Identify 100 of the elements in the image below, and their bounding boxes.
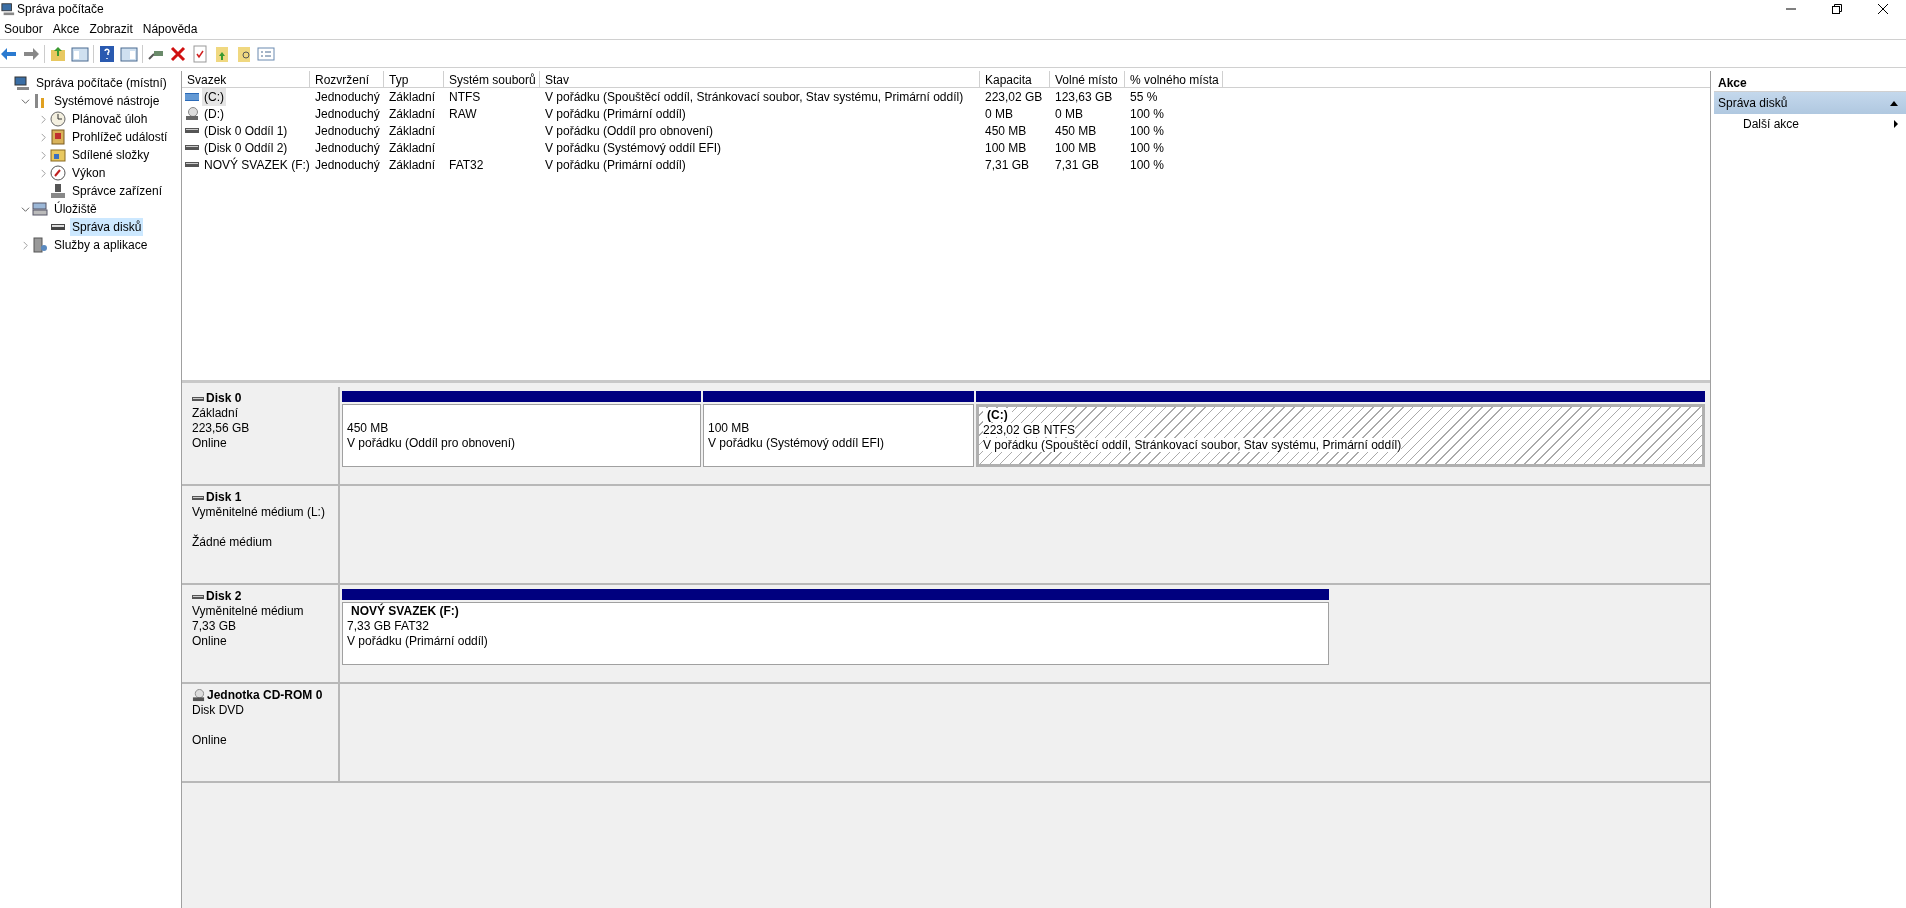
table-cell-text: V pořádku (Oddíl pro obnovení) — [544, 122, 715, 140]
disk-size: 7,33 GB — [192, 619, 237, 633]
find-icon[interactable] — [235, 44, 253, 63]
partition-status: V pořádku (Systémový oddíl EFI) — [708, 436, 885, 450]
table-cell-text: 100 % — [1129, 122, 1166, 140]
collapse-chevron-icon[interactable] — [20, 204, 30, 214]
table-cell-text: 450 MB — [1054, 122, 1098, 140]
expand-chevron-icon[interactable] — [20, 240, 30, 250]
tree-item[interactable]: Správce zařízení — [70, 182, 165, 200]
disk-status: Žádné médium — [192, 535, 274, 550]
expand-chevron-icon[interactable] — [38, 168, 48, 178]
partition-box[interactable]: 100 MB V pořádku (Systémový oddíl EFI) — [703, 404, 974, 467]
partition-size: 100 MB — [708, 421, 750, 435]
table-cell-text: Jednoduchý — [314, 105, 381, 123]
cd-drive-icon — [192, 689, 205, 702]
table-cell-text: Jednoduchý — [314, 156, 381, 174]
partition-size: 7,33 GB FAT32 — [347, 619, 429, 633]
table-cell-text: 450 MB — [984, 122, 1028, 140]
expand-chevron-icon[interactable] — [38, 150, 48, 160]
window-title: Správa počítače — [17, 1, 104, 18]
column-header[interactable]: % volného místa — [1125, 71, 1223, 87]
table-cell-text: Jednoduchý — [314, 139, 381, 157]
expand-chevron-icon[interactable] — [38, 132, 48, 142]
menu-item[interactable]: Nápověda — [138, 19, 202, 38]
column-header[interactable]: Volné místo — [1050, 71, 1125, 87]
section-title: Správa disků — [1718, 95, 1788, 112]
action-item[interactable]: Další akce — [1714, 114, 1906, 134]
table-cell-text: FAT32 — [448, 156, 485, 174]
partition-box[interactable]: 450 MB V pořádku (Oddíl pro obnovení) — [342, 404, 701, 467]
gauge-icon — [50, 165, 66, 181]
column-header[interactable]: Kapacita — [980, 71, 1050, 87]
disk-type: Základní — [192, 406, 240, 421]
column-header[interactable]: Systém souborů — [444, 71, 540, 87]
computer-icon — [14, 75, 30, 91]
disk-drive-icon — [192, 495, 204, 500]
disk-name: Jednotka CD-ROM 0 — [207, 688, 323, 703]
table-cell[interactable]: (D:) — [202, 104, 226, 123]
collapse-arrow-icon[interactable] — [1890, 100, 1898, 106]
disk-size: 223,56 GB — [192, 421, 250, 435]
event-log-icon — [50, 129, 66, 145]
table-cell-text: Základní — [388, 122, 437, 140]
tree-item[interactable]: Plánovač úloh — [70, 110, 150, 128]
services-icon — [32, 237, 48, 253]
restore-icon[interactable] — [1832, 4, 1842, 14]
help-icon[interactable] — [98, 44, 116, 63]
table-cell-text: V pořádku (Primární oddíl) — [544, 105, 687, 123]
column-header[interactable]: Stav — [540, 71, 980, 87]
disk-type: Disk DVD — [192, 703, 245, 718]
tree-item[interactable]: Správa počítače (místní) — [34, 74, 169, 92]
collapse-chevron-icon[interactable] — [20, 96, 30, 106]
cd-drive-icon — [185, 106, 199, 121]
checklist-icon[interactable] — [191, 44, 209, 63]
partition-box[interactable]: (C:) 223,02 GB NTFS V pořádku (Spouštěcí oddíl, Stránkovací soubor, Stav systému, Primární oddíl) — [976, 404, 1705, 467]
storage-icon — [32, 201, 48, 217]
column-header[interactable]: Rozvržení — [310, 71, 384, 87]
delete-icon[interactable] — [169, 44, 187, 63]
folder-up-icon[interactable] — [49, 44, 67, 63]
table-cell-text: 100 MB — [1054, 139, 1098, 157]
column-header[interactable]: Typ — [384, 71, 444, 87]
export-icon[interactable] — [213, 44, 231, 63]
panel-icon[interactable] — [71, 44, 89, 63]
disk-drive-icon — [192, 594, 204, 599]
disk-status: Online — [192, 436, 228, 451]
menu-item[interactable]: Soubor — [0, 19, 47, 38]
table-cell-text: 0 MB — [984, 105, 1014, 123]
tree-item[interactable]: Prohlížeč událostí — [70, 128, 170, 146]
close-icon[interactable] — [1878, 4, 1888, 14]
disk-drive-icon — [185, 162, 199, 167]
tree-item[interactable]: Služby a aplikace — [52, 236, 150, 254]
table-cell-text: V pořádku (Systémový oddíl EFI) — [544, 139, 723, 157]
device-icon — [50, 183, 66, 199]
disk-type: Vyměnitelné médium (L:) — [192, 505, 326, 520]
table-cell-text: 55 % — [1129, 88, 1159, 106]
partition-box[interactable]: NOVÝ SVAZEK (F:) 7,33 GB FAT32 V pořádku (Primární oddíl) — [342, 602, 1329, 665]
table-cell-text: NTFS — [448, 88, 482, 106]
tree-item[interactable]: Výkon — [70, 164, 108, 182]
partition-status: V pořádku (Oddíl pro obnovení) — [347, 436, 516, 450]
menu-item[interactable]: Zobrazit — [85, 19, 137, 38]
menu-item[interactable]: Akce — [48, 19, 84, 38]
table-cell[interactable]: (Disk 0 Oddíl 2) — [202, 138, 290, 157]
column-header[interactable]: Svazek — [182, 71, 310, 87]
tree-item[interactable]: Úložiště — [52, 200, 99, 218]
table-cell[interactable]: (Disk 0 Oddíl 1) — [202, 121, 290, 140]
table-cell-text: Základní — [388, 156, 437, 174]
disk-status: Online — [192, 733, 228, 748]
expand-chevron-icon[interactable] — [38, 114, 48, 124]
disk-drive-icon — [185, 145, 199, 150]
submenu-arrow-icon — [1894, 120, 1898, 128]
partition-size: 223,02 GB NTFS — [983, 423, 1076, 437]
table-cell-text: 7,31 GB — [984, 156, 1031, 174]
tree-item[interactable]: Správa disků — [70, 218, 144, 236]
tree-item[interactable]: Systémové nástroje — [52, 92, 162, 110]
table-cell-text: 100 % — [1129, 139, 1166, 157]
table-cell-text: 100 % — [1129, 156, 1166, 174]
table-cell[interactable]: NOVÝ SVAZEK (F:) — [202, 155, 312, 174]
table-cell-text: V pořádku (Primární oddíl) — [544, 156, 687, 174]
partition-title: (C:) — [983, 408, 1012, 422]
partition-status: V pořádku (Primární oddíl) — [347, 634, 488, 648]
tree-item[interactable]: Sdílené složky — [70, 146, 152, 164]
actions-section[interactable]: Správa disků — [1714, 92, 1906, 114]
